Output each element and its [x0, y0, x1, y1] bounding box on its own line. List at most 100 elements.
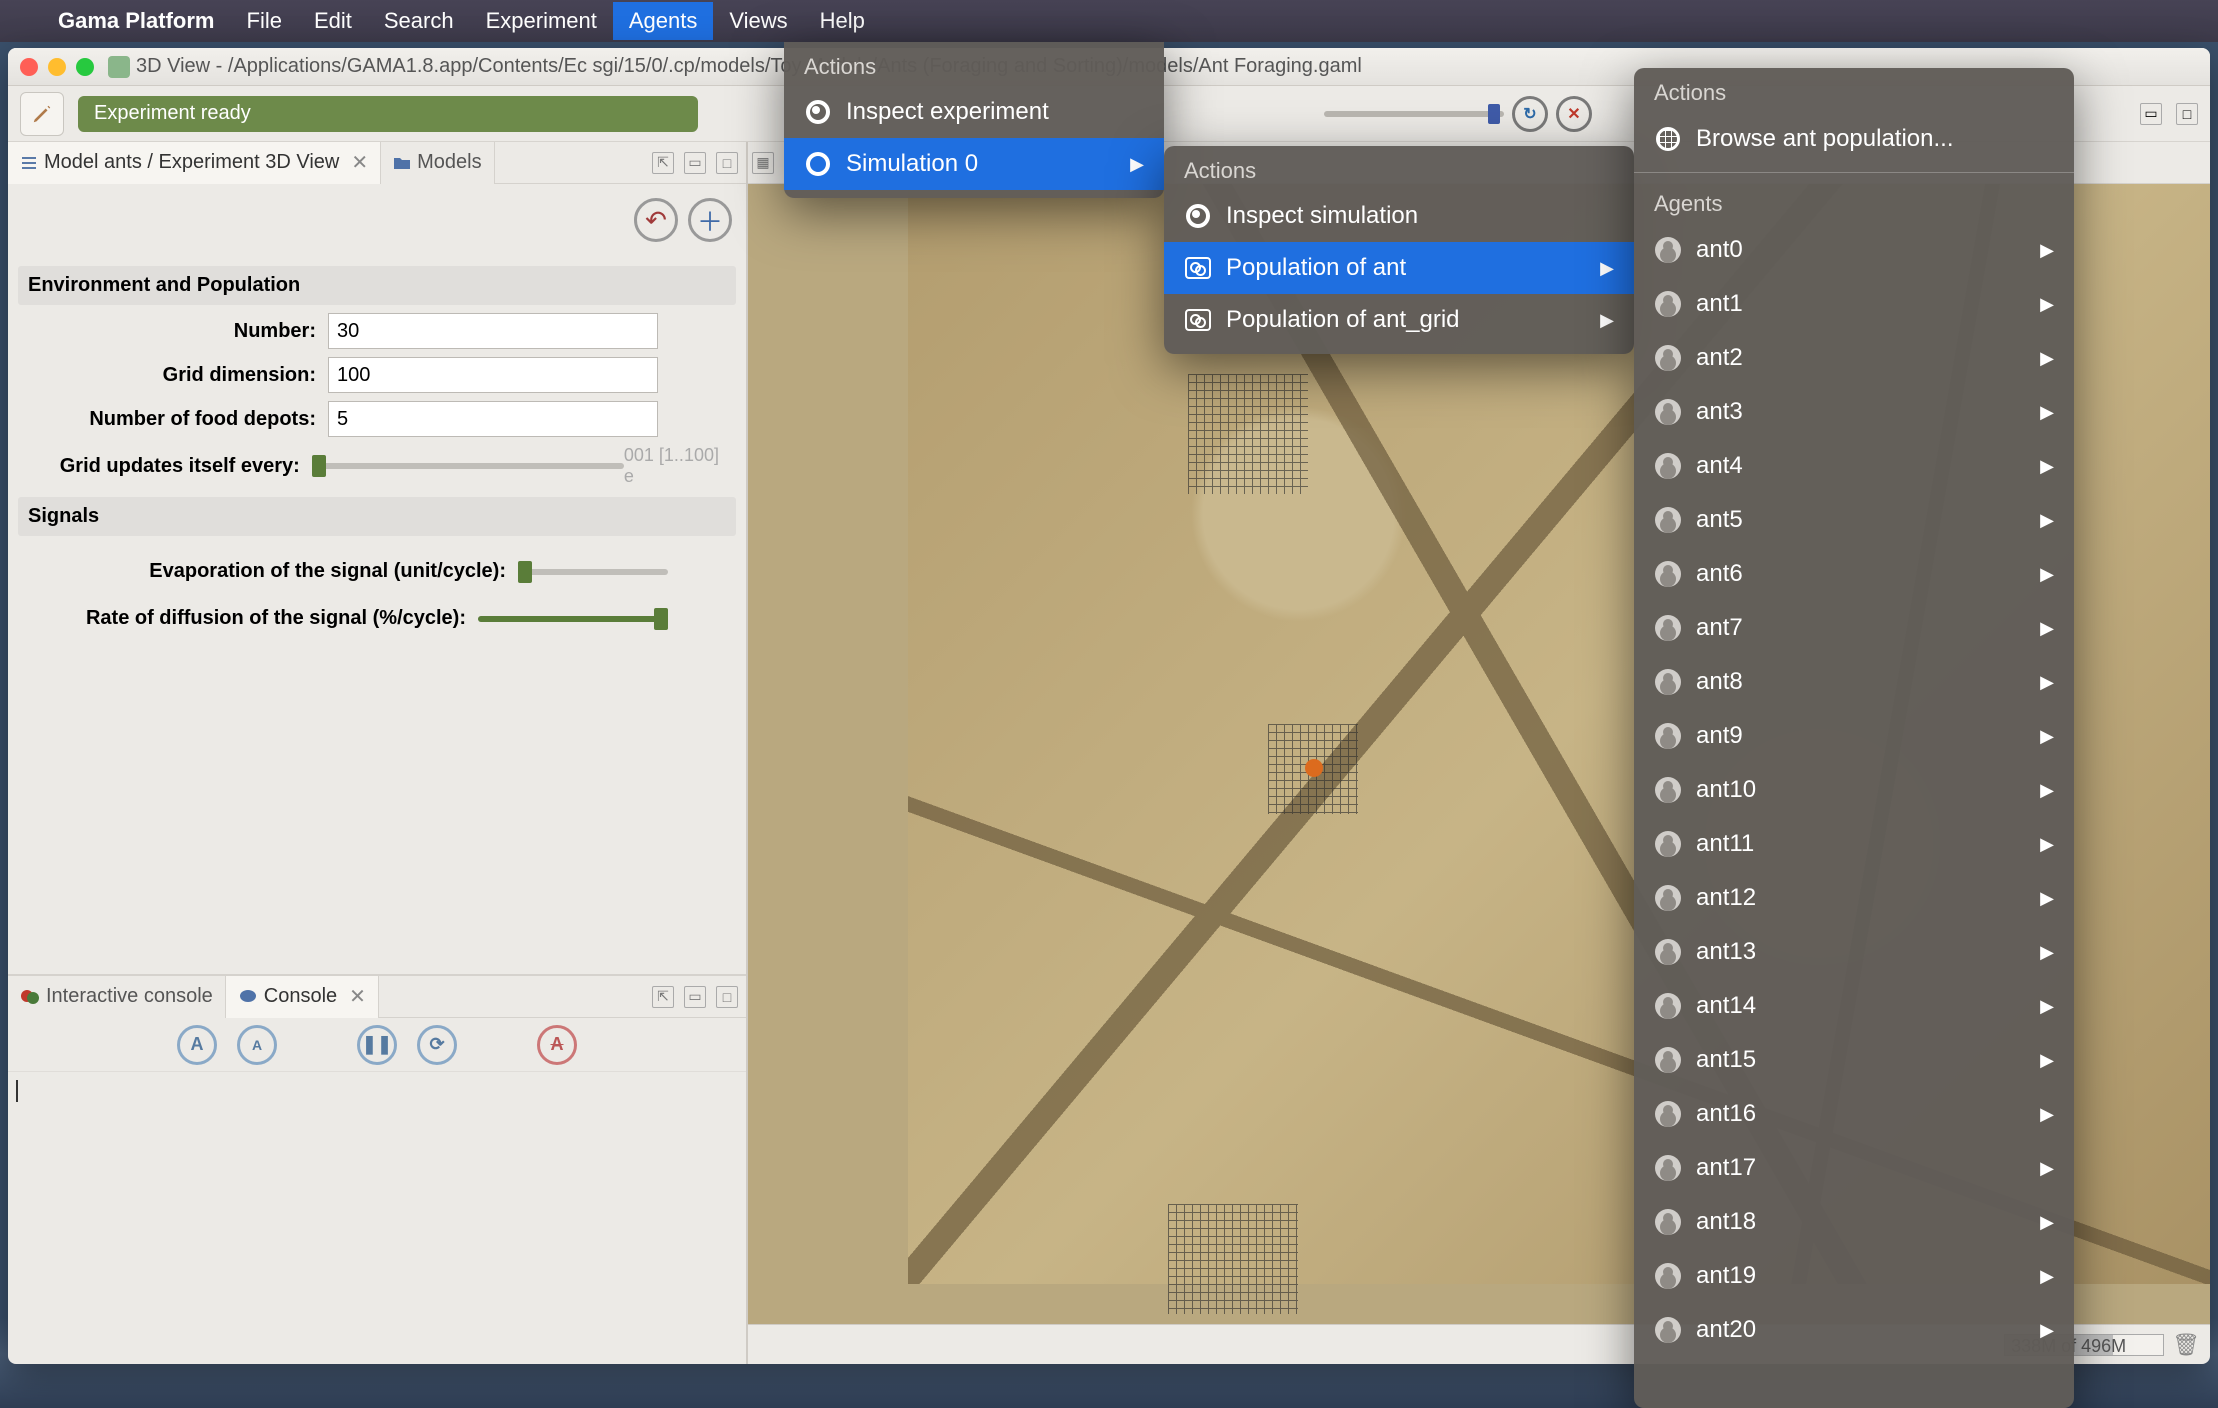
- agent-item-ant16[interactable]: ant16▶: [1634, 1087, 2074, 1141]
- agents-menu: Actions Inspect experiment Simulation 0 …: [784, 42, 1164, 198]
- add-button[interactable]: ＋: [688, 198, 732, 242]
- chevron-right-icon: ▶: [2040, 1158, 2054, 1179]
- population-antgrid-item[interactable]: Population of ant_grid ▶: [1164, 294, 1634, 346]
- maximize-pane-icon[interactable]: □: [716, 152, 738, 174]
- agent-item-ant18[interactable]: ant18▶: [1634, 1195, 2074, 1249]
- group-env-header: Environment and Population: [18, 266, 736, 305]
- gama-doc-icon: [108, 56, 130, 78]
- food-input[interactable]: [328, 401, 658, 437]
- tab-console[interactable]: Console ✕: [226, 976, 379, 1018]
- grid-input[interactable]: [328, 357, 658, 393]
- menu-agents[interactable]: Agents: [613, 2, 714, 40]
- console-min-icon[interactable]: ▭: [684, 986, 706, 1008]
- person-icon: [1655, 615, 1681, 641]
- person-icon: [1655, 993, 1681, 1019]
- agent-item-ant5[interactable]: ant5▶: [1634, 493, 2074, 547]
- speed-slider[interactable]: [1324, 111, 1504, 117]
- window-close-icon[interactable]: [20, 58, 38, 76]
- gc-button[interactable]: 🗑: [2172, 1332, 2200, 1358]
- view-tool-1-icon[interactable]: ▦: [752, 152, 774, 174]
- simulation-0-item[interactable]: Simulation 0 ▶: [784, 138, 1164, 190]
- menu-file[interactable]: File: [231, 2, 298, 40]
- chevron-right-icon: ▶: [2040, 1212, 2054, 1233]
- update-slider[interactable]: [312, 463, 624, 469]
- evap-label: Evaporation of the signal (unit/cycle):: [18, 560, 518, 583]
- chevron-right-icon: ▶: [2040, 1266, 2054, 1287]
- m3-section-actions: Actions: [1634, 68, 2074, 112]
- agent-item-ant20[interactable]: ant20▶: [1634, 1303, 2074, 1357]
- agent-item-ant11[interactable]: ant11▶: [1634, 817, 2074, 871]
- revert-button[interactable]: ↶: [634, 198, 678, 242]
- agent-item-ant6[interactable]: ant6▶: [1634, 547, 2074, 601]
- refresh-button[interactable]: ⟳: [417, 1025, 457, 1065]
- tab-model-ants[interactable]: Model ants / Experiment 3D View ✕: [8, 142, 381, 184]
- agent-item-ant8[interactable]: ant8▶: [1634, 655, 2074, 709]
- agent-label: ant15: [1696, 1046, 1756, 1074]
- console-collapse-icon[interactable]: ⇱: [652, 986, 674, 1008]
- agent-label: ant14: [1696, 992, 1756, 1020]
- chevron-right-icon: ▶: [2040, 240, 2054, 261]
- clear-button[interactable]: A: [537, 1025, 577, 1065]
- font-dec-button[interactable]: A: [237, 1025, 277, 1065]
- pencil-icon: [31, 103, 53, 125]
- agent-item-ant0[interactable]: ant0 ▶: [1634, 223, 2074, 277]
- left-pane: Model ants / Experiment 3D View ✕ Models…: [8, 142, 748, 1364]
- agent-label: ant0: [1696, 236, 1743, 264]
- agent-item-ant1[interactable]: ant1▶: [1634, 277, 2074, 331]
- console-close-icon[interactable]: ✕: [349, 984, 366, 1009]
- agent-item-ant15[interactable]: ant15▶: [1634, 1033, 2074, 1087]
- agent-item-ant12[interactable]: ant12▶: [1634, 871, 2074, 925]
- agent-label: ant9: [1696, 722, 1743, 750]
- view-max-icon[interactable]: □: [2176, 103, 2198, 125]
- collapse-icon[interactable]: ⇱: [652, 152, 674, 174]
- chevron-right-icon: ▶: [1600, 258, 1614, 279]
- stop-button[interactable]: ✕: [1556, 96, 1592, 132]
- evap-slider[interactable]: [518, 569, 668, 575]
- person-icon: [1655, 939, 1681, 965]
- agent-item-ant3[interactable]: ant3▶: [1634, 385, 2074, 439]
- agent-item-ant13[interactable]: ant13▶: [1634, 925, 2074, 979]
- pause-button[interactable]: ❚❚: [357, 1025, 397, 1065]
- person-icon: [1655, 237, 1681, 263]
- menu-views[interactable]: Views: [713, 2, 803, 40]
- menu-help[interactable]: Help: [804, 2, 881, 40]
- population-ant-item[interactable]: Population of ant ▶: [1164, 242, 1634, 294]
- chevron-right-icon: ▶: [2040, 348, 2054, 369]
- chevron-right-icon: ▶: [2040, 1104, 2054, 1125]
- agent-item-ant14[interactable]: ant14▶: [1634, 979, 2074, 1033]
- agent-label: ant20: [1696, 1316, 1756, 1344]
- app-name[interactable]: Gama Platform: [42, 8, 231, 34]
- agent-item-ant2[interactable]: ant2 ▶: [1634, 331, 2074, 385]
- inspect-simulation-item[interactable]: Inspect simulation: [1164, 190, 1634, 242]
- menu-edit[interactable]: Edit: [298, 2, 368, 40]
- person-icon: [1655, 561, 1681, 587]
- food-depot-icon: [1188, 374, 1308, 494]
- console-output[interactable]: [8, 1072, 746, 1364]
- menu-search[interactable]: Search: [368, 2, 470, 40]
- console-max-icon[interactable]: □: [716, 986, 738, 1008]
- agent-item-ant7[interactable]: ant7▶: [1634, 601, 2074, 655]
- agent-item-ant17[interactable]: ant17▶: [1634, 1141, 2074, 1195]
- target-icon: [806, 100, 830, 124]
- inspect-experiment-item[interactable]: Inspect experiment: [784, 86, 1164, 138]
- edit-button[interactable]: [20, 92, 64, 136]
- window-minimize-icon[interactable]: [48, 58, 66, 76]
- number-input[interactable]: [328, 313, 658, 349]
- minimize-pane-icon[interactable]: ▭: [684, 152, 706, 174]
- food-depot-icon: [1168, 1204, 1298, 1314]
- tab-models[interactable]: Models: [381, 142, 494, 184]
- agent-item-ant9[interactable]: ant9▶: [1634, 709, 2074, 763]
- agent-item-ant4[interactable]: ant4▶: [1634, 439, 2074, 493]
- browse-population-item[interactable]: Browse ant population...: [1634, 112, 2074, 166]
- reload-button[interactable]: ↻: [1512, 96, 1548, 132]
- view-min-icon[interactable]: ▭: [2140, 103, 2162, 125]
- agent-label: ant2: [1696, 344, 1743, 372]
- tab-close-icon[interactable]: ✕: [351, 150, 368, 175]
- window-zoom-icon[interactable]: [76, 58, 94, 76]
- tab-interactive-console[interactable]: Interactive console: [8, 976, 226, 1018]
- menu-experiment[interactable]: Experiment: [470, 2, 613, 40]
- diff-slider[interactable]: [478, 616, 668, 622]
- agent-item-ant10[interactable]: ant10▶: [1634, 763, 2074, 817]
- font-inc-button[interactable]: A: [177, 1025, 217, 1065]
- agent-item-ant19[interactable]: ant19▶: [1634, 1249, 2074, 1303]
